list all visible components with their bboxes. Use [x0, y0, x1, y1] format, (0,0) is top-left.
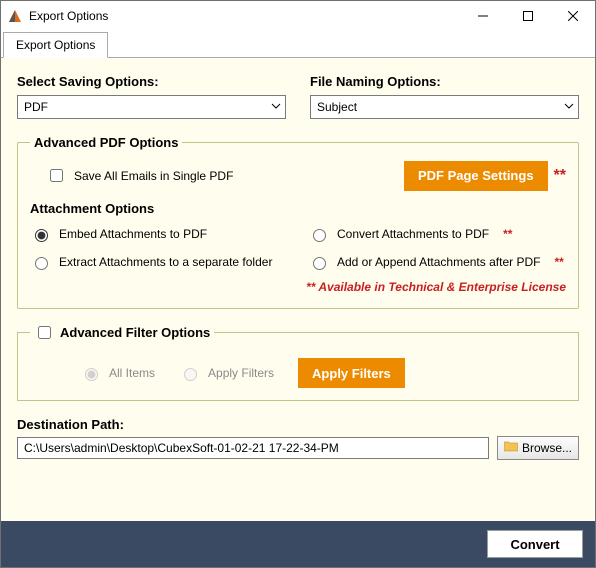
saving-options-value: PDF	[24, 100, 48, 114]
chevron-down-icon	[271, 100, 281, 114]
save-single-pdf-checkbox[interactable]	[50, 169, 63, 182]
extract-attachments-label: Extract Attachments to a separate folder	[59, 255, 272, 269]
append-attachments-label: Add or Append Attachments after PDF	[337, 255, 540, 269]
file-naming-value: Subject	[317, 100, 357, 114]
convert-attachments-radio[interactable]	[313, 229, 326, 242]
tab-export-options[interactable]: Export Options	[3, 32, 108, 58]
pdf-page-settings-button[interactable]: PDF Page Settings	[404, 161, 548, 191]
stars-marker: **	[503, 227, 512, 241]
destination-path-input[interactable]	[17, 437, 489, 459]
app-icon	[7, 8, 23, 24]
embed-attachments-option[interactable]: Embed Attachments to PDF	[30, 226, 288, 242]
advanced-pdf-legend: Advanced PDF Options	[30, 135, 182, 150]
browse-button[interactable]: Browse...	[497, 436, 579, 460]
window-controls	[460, 1, 595, 31]
apply-filters-radio	[184, 368, 197, 381]
advanced-pdf-group: Advanced PDF Options Save All Emails in …	[17, 135, 579, 309]
window: Export Options Export Options Select Sav…	[0, 0, 596, 568]
chevron-down-icon	[564, 100, 574, 114]
destination-path-label: Destination Path:	[17, 417, 579, 432]
saving-options-label: Select Saving Options:	[17, 74, 286, 89]
file-naming-select[interactable]: Subject	[310, 95, 579, 119]
append-attachments-option[interactable]: Add or Append Attachments after PDF **	[308, 254, 566, 270]
apply-filters-button[interactable]: Apply Filters	[298, 358, 405, 388]
convert-button[interactable]: Convert	[487, 530, 583, 558]
extract-attachments-radio[interactable]	[35, 257, 48, 270]
saving-options-select[interactable]: PDF	[17, 95, 286, 119]
bottom-bar: Convert	[1, 521, 595, 567]
advanced-filter-checkbox[interactable]	[38, 326, 51, 339]
convert-attachments-label: Convert Attachments to PDF	[337, 227, 489, 241]
advanced-filter-legend[interactable]: Advanced Filter Options	[30, 323, 214, 342]
apply-filters-radio-label: Apply Filters	[208, 366, 274, 380]
content-area: Select Saving Options: PDF File Naming O…	[1, 58, 595, 521]
extract-attachments-option[interactable]: Extract Attachments to a separate folder	[30, 254, 288, 270]
minimize-button[interactable]	[460, 1, 505, 30]
tabstrip: Export Options	[1, 31, 595, 58]
browse-label: Browse...	[522, 441, 572, 455]
append-attachments-radio[interactable]	[313, 257, 326, 270]
stars-marker: **	[554, 255, 563, 269]
apply-filters-option: Apply Filters	[179, 365, 274, 381]
save-single-pdf-label: Save All Emails in Single PDF	[74, 169, 233, 183]
embed-attachments-radio[interactable]	[35, 229, 48, 242]
advanced-filter-group: Advanced Filter Options All Items Apply …	[17, 323, 579, 401]
titlebar: Export Options	[1, 1, 595, 31]
close-button[interactable]	[550, 1, 595, 30]
attachment-options-legend: Attachment Options	[30, 201, 566, 216]
maximize-button[interactable]	[505, 1, 550, 30]
advanced-filter-label: Advanced Filter Options	[60, 325, 210, 340]
file-naming-label: File Naming Options:	[310, 74, 579, 89]
all-items-label: All Items	[109, 366, 155, 380]
all-items-option: All Items	[80, 365, 155, 381]
convert-attachments-option[interactable]: Convert Attachments to PDF **	[308, 226, 566, 242]
folder-icon	[504, 441, 518, 455]
save-single-pdf-option[interactable]: Save All Emails in Single PDF	[46, 166, 233, 185]
stars-marker: **	[554, 167, 566, 185]
all-items-radio	[85, 368, 98, 381]
window-title: Export Options	[29, 9, 460, 23]
license-note: ** Available in Technical & Enterprise L…	[30, 280, 566, 294]
embed-attachments-label: Embed Attachments to PDF	[59, 227, 207, 241]
